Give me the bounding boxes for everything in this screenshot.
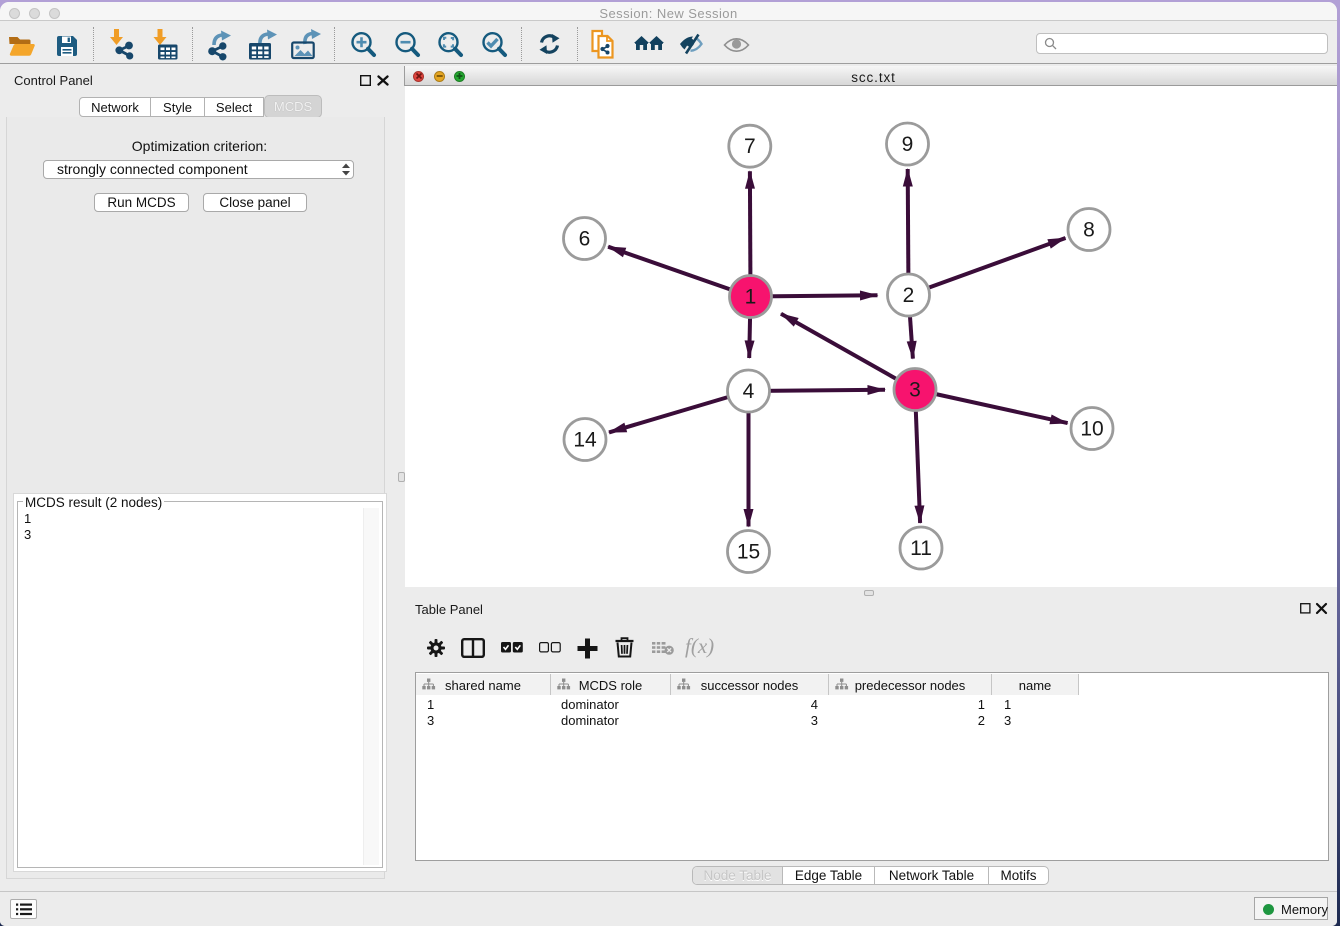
svg-text:1: 1 (745, 286, 757, 309)
svg-text:10: 10 (1080, 418, 1103, 441)
svg-text:8: 8 (1083, 219, 1095, 242)
svg-text:7: 7 (744, 135, 756, 158)
svg-text:2: 2 (903, 284, 915, 307)
svg-text:11: 11 (910, 537, 932, 560)
svg-text:9: 9 (902, 133, 914, 156)
svg-text:6: 6 (579, 228, 591, 251)
svg-text:14: 14 (573, 429, 597, 452)
svg-text:4: 4 (743, 380, 755, 403)
svg-text:15: 15 (737, 541, 760, 564)
svg-text:3: 3 (909, 379, 921, 402)
